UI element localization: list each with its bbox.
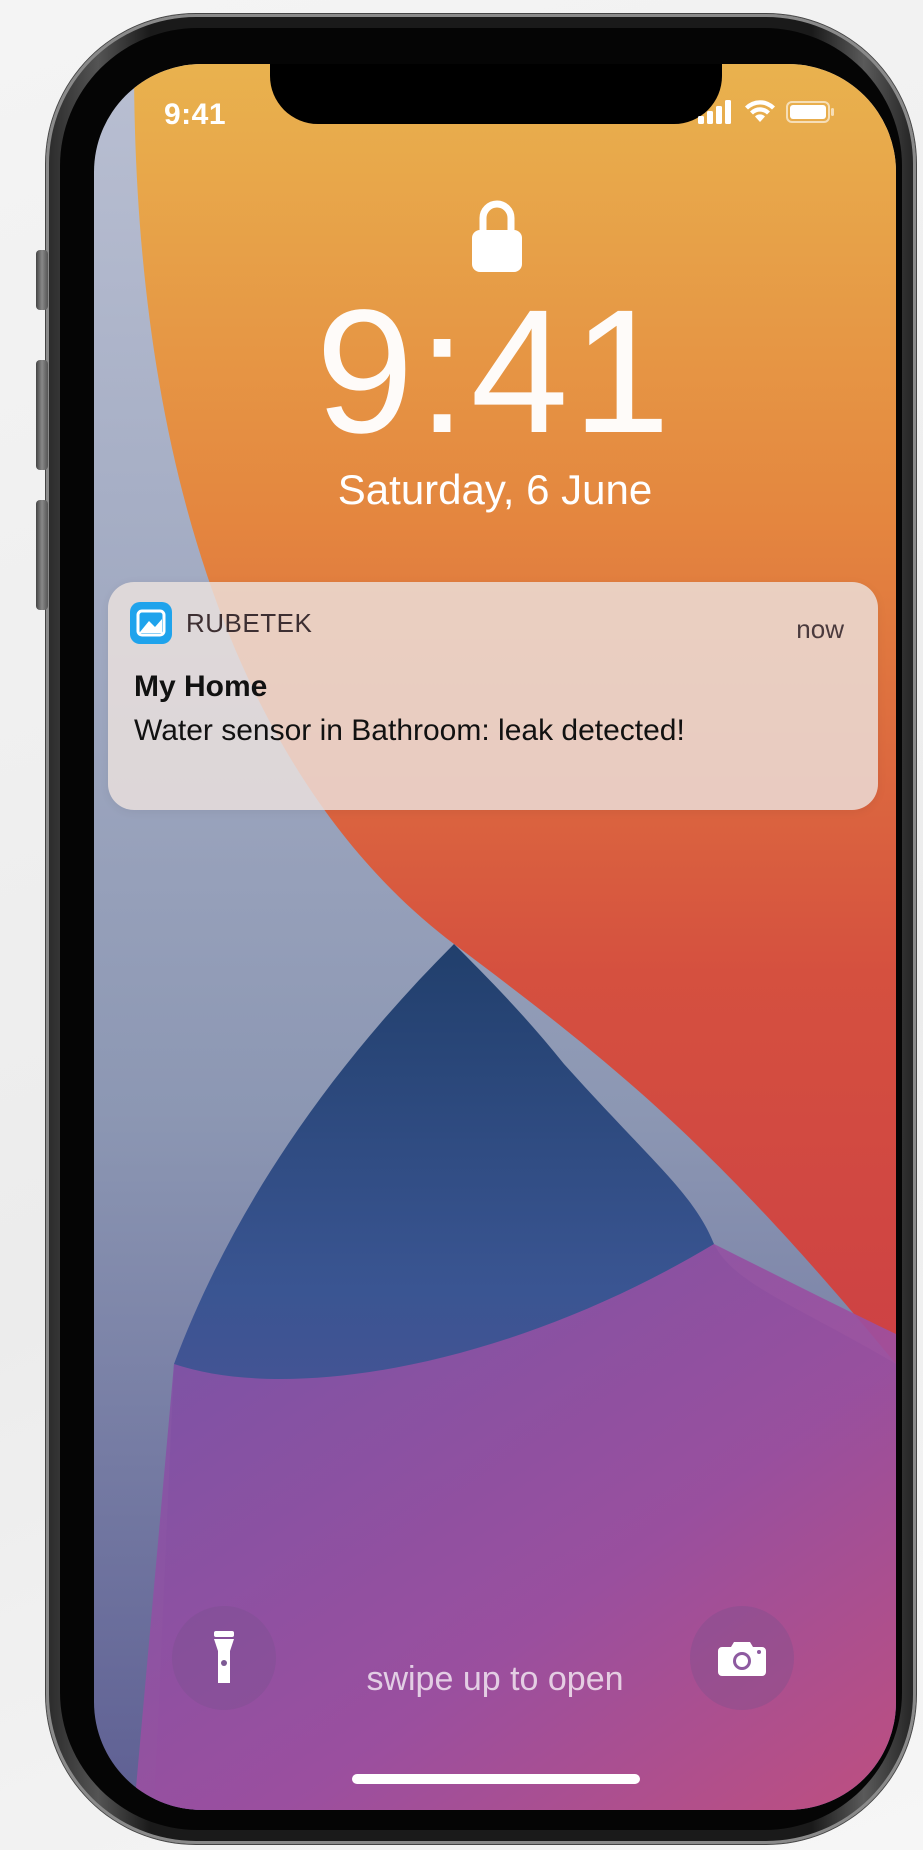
battery-icon	[786, 101, 834, 123]
signal-icon	[698, 100, 731, 124]
home-indicator[interactable]	[352, 1774, 640, 1784]
swipe-up-hint: swipe up to open	[366, 1660, 624, 1698]
lock-screen-time: 9:41	[315, 274, 675, 470]
status-time: 9:41	[164, 98, 227, 131]
notch	[270, 64, 722, 124]
notification-title: My Home	[134, 670, 268, 703]
mute-switch	[36, 250, 48, 310]
notification-body: Water sensor in Bathroom: leak detected!	[134, 714, 685, 747]
stage: 9:41 9:41 Saturday, 6 June RUBETEK now M…	[0, 0, 923, 1850]
lock-screen-date: Saturday, 6 June	[337, 466, 653, 513]
volume-up-button	[36, 360, 48, 470]
rubetek-app-icon	[130, 602, 172, 644]
volume-down-button	[36, 500, 48, 610]
lock-screen[interactable]: 9:41 9:41 Saturday, 6 June RUBETEK now M…	[94, 64, 896, 1810]
lock-icon	[472, 200, 522, 272]
notification-card[interactable]: RUBETEK now My Home Water sensor in Bath…	[108, 582, 878, 810]
picture-icon	[136, 609, 166, 637]
wifi-icon	[745, 100, 775, 122]
status-icons	[698, 100, 836, 124]
notification-app-name: RUBETEK	[186, 608, 313, 638]
notification-time: now	[796, 614, 844, 644]
